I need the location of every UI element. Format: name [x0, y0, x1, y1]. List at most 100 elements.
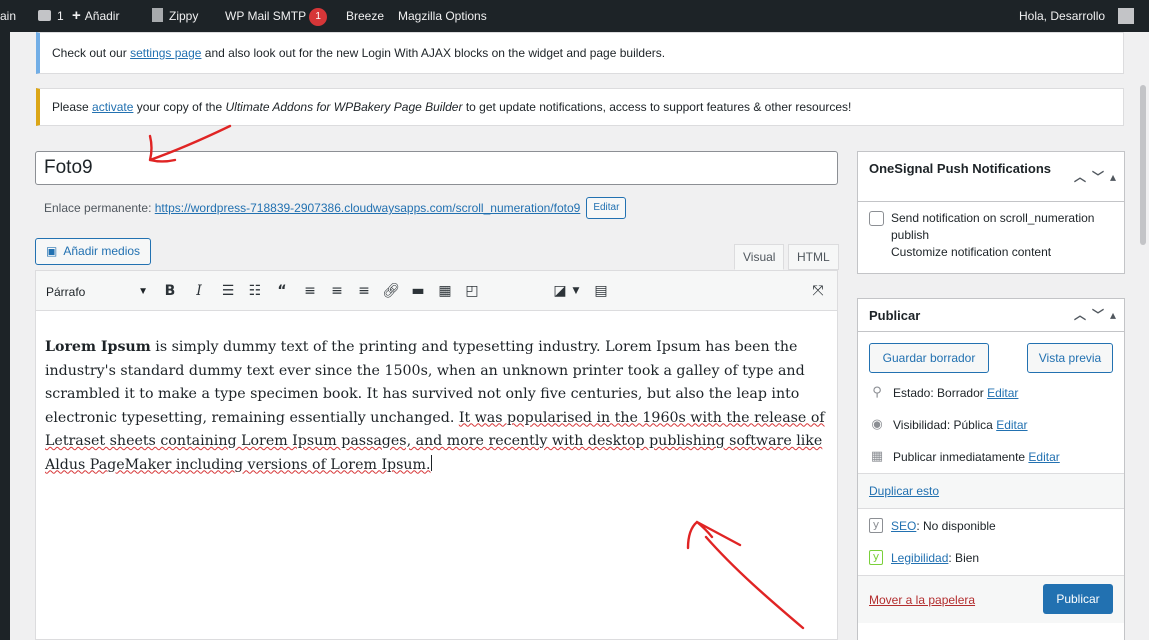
schedule-edit-link[interactable]: Editar: [1028, 450, 1059, 464]
yoast-seo-icon: y: [869, 518, 883, 533]
align-right-icon[interactable]: ≡: [354, 281, 374, 301]
schedule-row: ▦ Publicar inmediatamente Editar: [869, 449, 1060, 464]
status-value: Borrador: [937, 385, 984, 400]
onesignal-header: OneSignal Push Notifications ︿ ﹀ ▴: [858, 152, 1124, 202]
post-title-input[interactable]: Foto9: [35, 151, 838, 185]
move-down-icon[interactable]: ﹀: [1092, 168, 1104, 186]
readability-value: : Bien: [948, 550, 980, 565]
save-draft-button[interactable]: Guardar borrador: [869, 343, 989, 373]
customize-row: Customize notification content: [869, 244, 1113, 261]
ultimate-addons-notice: Please activate your copy of the Ultimat…: [36, 88, 1124, 126]
admin-bar: ain 1 + Añadir Zippy WP Mail SMTP 1 Breeze…: [0, 0, 1149, 32]
collapse-icon[interactable]: ▴: [1110, 306, 1116, 324]
plugin-name: Ultimate Addons for WPBakery Page Builde…: [225, 100, 463, 114]
send-notification-checkbox[interactable]: [869, 211, 884, 226]
image-icon[interactable]: ◰: [462, 281, 482, 301]
site-name-link[interactable]: ain: [0, 0, 16, 32]
link-icon[interactable]: 🔗︎: [381, 281, 401, 301]
wp-mail-smtp-label: WP Mail SMTP: [225, 9, 307, 23]
eye-icon: ◉: [871, 417, 883, 432]
move-up-icon[interactable]: ︿: [1074, 168, 1086, 186]
publish-actions: Mover a la papelera Publicar: [858, 575, 1124, 623]
tab-visual[interactable]: Visual: [734, 244, 785, 270]
editor-toolbar: Párrafo ▼ B I ☰ ☷ “ ≡ ≡ ≡ 🔗︎ ▬ ▦ ◰ ◪ ▼ ▤…: [36, 271, 837, 311]
yoast-readability-icon: y: [869, 550, 883, 565]
format-select[interactable]: Párrafo ▼: [42, 282, 150, 302]
table-icon[interactable]: ▤: [591, 281, 611, 301]
permalink-url[interactable]: https://wordpress-718839-2907386.cloudwa…: [155, 201, 581, 215]
notice-warn-suffix: to get update notifications, access to s…: [465, 100, 852, 114]
avatar[interactable]: [1118, 8, 1134, 24]
zippy-icon: [152, 8, 163, 22]
magzilla-options-link[interactable]: Magzilla Options: [398, 0, 487, 32]
notice-warn-middle: your copy of the: [136, 100, 223, 114]
scrollbar-thumb[interactable]: [1140, 85, 1146, 245]
pin-icon: ⚲: [872, 385, 882, 400]
readability-link[interactable]: Legibilidad: [891, 551, 948, 565]
publish-time: Publicar inmediatamente: [893, 449, 1026, 464]
format-select-value: Párrafo: [46, 285, 86, 299]
duplicate-area: Duplicar esto: [858, 473, 1124, 509]
add-new-link[interactable]: + Añadir: [72, 0, 119, 32]
calendar-icon: ▦: [870, 449, 884, 464]
publish-controls: ︿ ﹀ ▴: [1074, 306, 1116, 324]
blockquote-icon[interactable]: “: [272, 281, 292, 301]
comments-count: 1: [57, 9, 64, 23]
media-icon: ▣: [46, 244, 58, 258]
fullscreen-icon[interactable]: ⤧: [808, 281, 828, 301]
seo-link[interactable]: SEO: [891, 519, 916, 533]
chevron-down-icon: ▼: [138, 286, 148, 297]
align-center-icon[interactable]: ≡: [327, 281, 347, 301]
visibility-label: Visibilidad:: [893, 417, 951, 432]
onesignal-body: Send notification on scroll_numeration p…: [858, 202, 1124, 269]
status-label: Estado:: [893, 385, 934, 400]
publish-title: Publicar: [869, 308, 921, 323]
send-notification-label: Send notification on scroll_numeration p…: [891, 211, 1095, 242]
status-edit-link[interactable]: Editar: [987, 386, 1018, 400]
publish-button[interactable]: Publicar: [1043, 584, 1113, 614]
shortcode-dropdown-icon[interactable]: ▼: [566, 281, 586, 301]
numbered-list-icon[interactable]: ☷: [245, 281, 265, 301]
visibility-row: ◉ Visibilidad: Pública Editar: [869, 417, 1027, 432]
duplicate-link[interactable]: Duplicar esto: [869, 484, 939, 498]
notice-warn-prefix: Please: [52, 100, 89, 114]
read-more-icon[interactable]: ▬: [408, 281, 428, 301]
activate-link[interactable]: activate: [92, 98, 133, 116]
add-media-button[interactable]: ▣ Añadir medios: [35, 238, 152, 265]
plus-icon: +: [72, 7, 81, 24]
content-bold-lead: Lorem Ipsum: [45, 339, 151, 355]
visibility-edit-link[interactable]: Editar: [996, 418, 1027, 432]
move-to-trash-link[interactable]: Mover a la papelera: [869, 593, 975, 607]
tab-html[interactable]: HTML: [788, 244, 839, 270]
onesignal-controls: ︿ ﹀ ▴: [1074, 168, 1116, 186]
add-new-label: Añadir: [84, 9, 120, 23]
permalink-edit-button[interactable]: Editar: [586, 197, 627, 219]
wp-mail-smtp-link[interactable]: WP Mail SMTP 1: [225, 0, 328, 32]
comments-link[interactable]: 1: [38, 0, 64, 32]
collapse-icon[interactable]: ▴: [1110, 168, 1116, 186]
move-down-icon[interactable]: ﹀: [1092, 306, 1104, 324]
editor-content[interactable]: Lorem Ipsum is simply dummy text of the …: [45, 336, 835, 477]
classic-editor: Párrafo ▼ B I ☰ ☷ “ ≡ ≡ ≡ 🔗︎ ▬ ▦ ◰ ◪ ▼ ▤…: [35, 270, 838, 640]
zippy-link[interactable]: Zippy: [152, 0, 198, 32]
toolbar-toggle-icon[interactable]: ▦: [435, 281, 455, 301]
send-notification-row: Send notification on scroll_numeration p…: [869, 210, 1113, 244]
admin-menu-edge: [0, 32, 10, 640]
preview-button[interactable]: Vista previa: [1027, 343, 1113, 373]
settings-page-link[interactable]: settings page: [130, 44, 201, 62]
notice-info-prefix: Check out our: [52, 46, 127, 60]
seo-value: : No disponible: [916, 518, 996, 533]
breeze-link[interactable]: Breeze: [346, 0, 384, 32]
status-row: ⚲ Estado: Borrador Editar: [869, 385, 1018, 400]
align-left-icon[interactable]: ≡: [300, 281, 320, 301]
user-greeting[interactable]: Hola, Desarrollo: [1019, 0, 1105, 32]
login-ajax-notice: Check out our settings page and also loo…: [36, 32, 1124, 74]
bullet-list-icon[interactable]: ☰: [218, 281, 238, 301]
readability-row: y Legibilidad: Bien: [869, 550, 979, 565]
comment-icon: [38, 10, 51, 21]
notice-info-suffix: and also look out for the new Login With…: [204, 46, 666, 60]
customize-label: Customize notification content: [891, 245, 1052, 259]
bold-icon[interactable]: B: [160, 281, 180, 301]
move-up-icon[interactable]: ︿: [1074, 306, 1086, 324]
italic-icon[interactable]: I: [189, 281, 209, 301]
